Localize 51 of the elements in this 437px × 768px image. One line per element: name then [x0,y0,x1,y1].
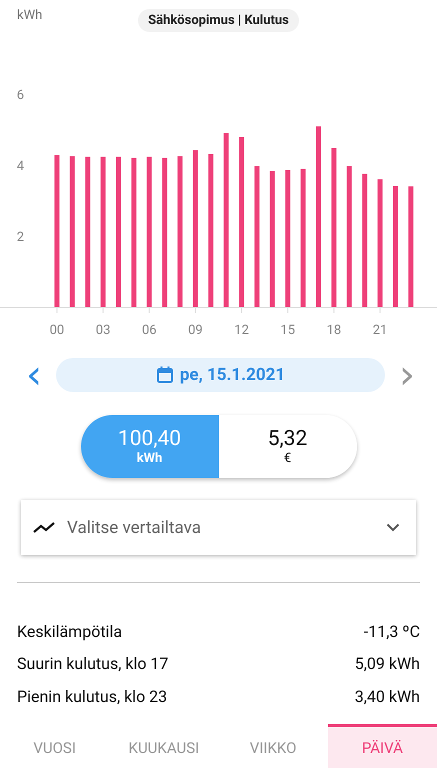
bar[interactable] [54,155,60,307]
stat-label: Suurin kulutus, klo 17 [17,654,168,674]
bar[interactable] [316,126,322,307]
bar[interactable] [70,156,75,307]
bar[interactable] [346,166,352,307]
calendar-icon [156,366,174,384]
bar[interactable] [192,150,198,307]
x-tick-label: 12 [234,323,249,338]
x-tick-label: 18 [326,323,342,338]
bar[interactable] [331,148,336,307]
bar[interactable] [362,174,368,307]
bar[interactable] [131,158,136,307]
x-tick-label: 03 [96,323,110,338]
bar[interactable] [300,168,306,307]
chevron-down-icon [386,523,400,532]
bar[interactable] [408,186,414,307]
bar[interactable] [285,170,290,307]
x-tick-label: 21 [372,323,388,338]
chart-title: Sähkösopimus | Kulutus [138,8,299,32]
y-tick-label: 6 [16,88,24,103]
bar[interactable] [116,156,121,307]
bar[interactable] [224,133,229,307]
x-tick-label: 09 [188,323,203,338]
total-toggle-button[interactable]: 100,40 kWh [80,415,218,478]
bar[interactable] [162,158,168,307]
x-tick-label: 06 [142,323,157,338]
bar[interactable] [100,156,106,307]
stat-value: -11,3 ºC [364,622,420,641]
x-tick-label: 00 [50,323,64,338]
x-tick-label: 15 [280,323,296,338]
stat-value: 5,09 kWh [354,654,420,674]
bar[interactable] [178,156,183,307]
total-toggle-button[interactable]: 5,32 € [218,415,356,478]
date-picker-button[interactable]: pe, 15.1.2021 [56,358,385,392]
bar[interactable] [254,166,260,307]
y-tick-label: 4 [16,159,24,174]
stat-value: 3,40 kWh [354,686,420,706]
stat-label: Pienin kulutus, klo 23 [17,686,168,706]
stat-label: Keskilämpötila [17,622,122,641]
line-chart-icon [33,520,55,534]
compare-dropdown[interactable]: Valitse vertailtava [21,500,416,555]
bar[interactable] [270,171,275,307]
bar[interactable] [392,186,398,307]
bar[interactable] [208,154,214,307]
bar[interactable] [239,136,244,307]
bar[interactable] [146,156,152,307]
previous-day-button[interactable]: ‹ [22,357,46,393]
bar[interactable] [378,179,383,307]
bar[interactable] [85,156,90,307]
period-tab[interactable]: PÄIVÄ [328,724,437,768]
y-tick-label: 2 [16,230,24,245]
